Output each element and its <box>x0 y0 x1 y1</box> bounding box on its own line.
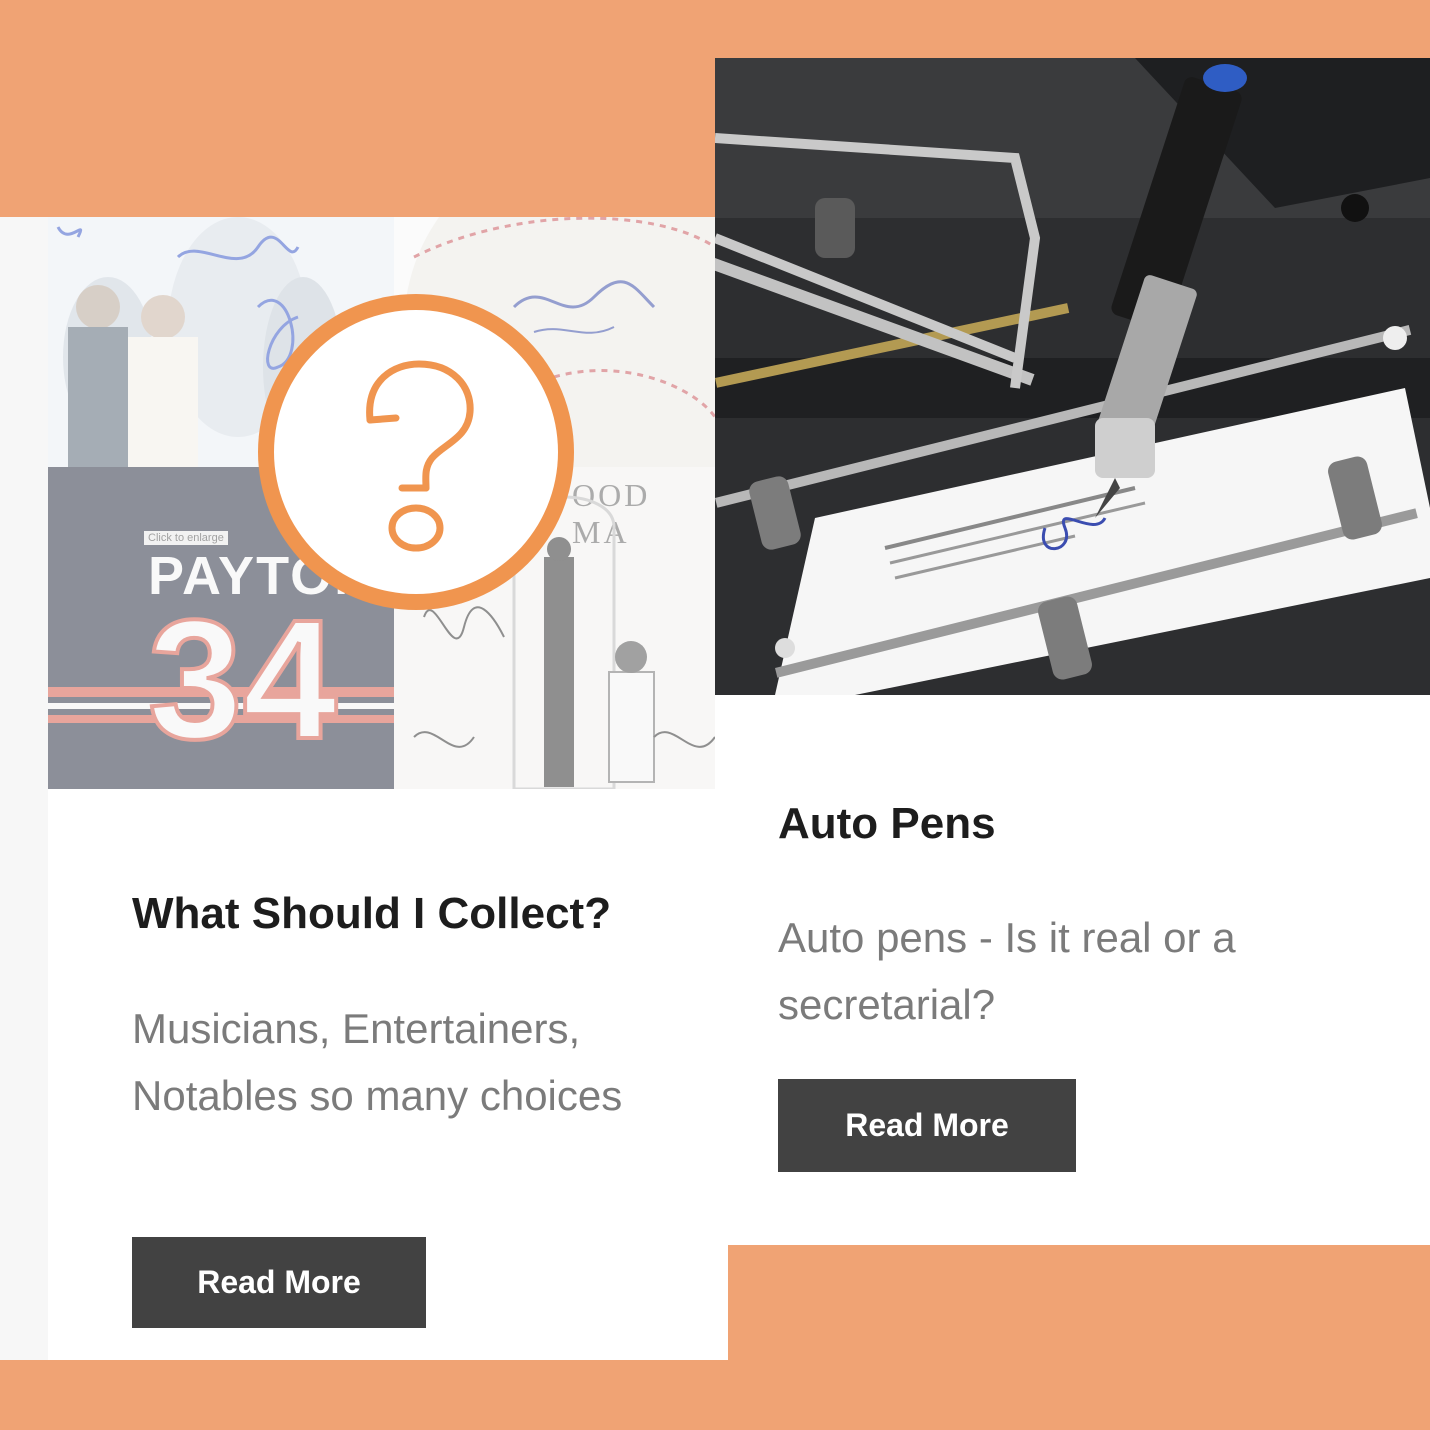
article-card-auto-pens: Auto Pens Auto pens - Is it real or a se… <box>715 58 1430 1245</box>
article-card-collect: Click to enlarge PAYTON 34 OOD MA What S… <box>0 217 728 1360</box>
card-shadow-edge <box>0 217 48 1360</box>
card-title[interactable]: What Should I Collect? <box>132 888 611 941</box>
read-more-button[interactable]: Read More <box>778 1079 1076 1172</box>
autopen-machine-photo[interactable] <box>715 58 1430 695</box>
card-title[interactable]: Auto Pens <box>778 798 996 851</box>
card-image-collage[interactable]: Click to enlarge PAYTON 34 OOD MA <box>48 217 715 789</box>
card-description: Musicians, Entertainers, Notables so man… <box>132 1005 623 1119</box>
card-description: Auto pens - Is it real or a secretarial? <box>778 914 1236 1028</box>
question-mark-icon <box>258 294 574 610</box>
read-more-button[interactable]: Read More <box>132 1237 426 1328</box>
